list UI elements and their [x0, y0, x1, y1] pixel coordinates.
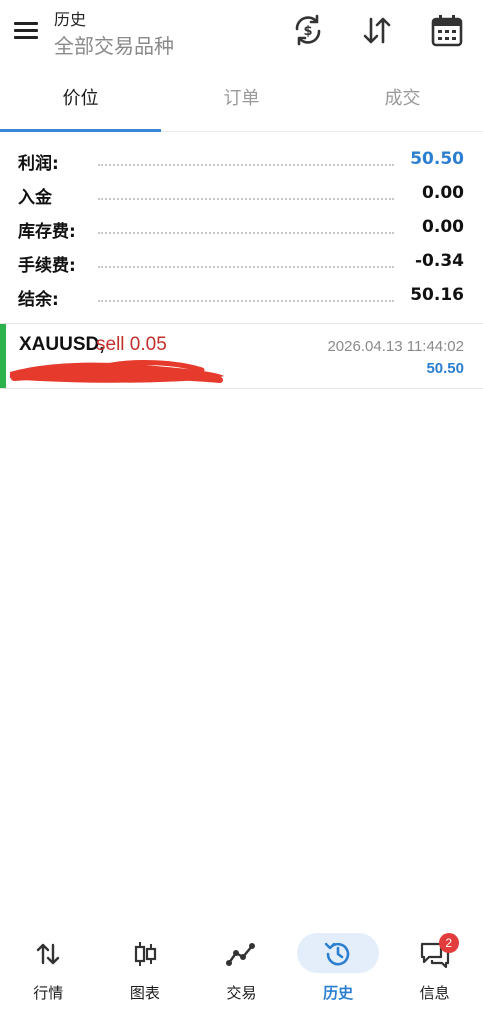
nav-label: 交易: [226, 984, 257, 1002]
nav-label: 信息: [419, 984, 450, 1002]
summary-label: 利润:: [18, 149, 63, 174]
tab-orders[interactable]: 订单: [161, 68, 322, 131]
bottom-navigation: 行情 图表 交易 历史 2 信息: [0, 926, 483, 1024]
trade-profit: 50.50: [426, 360, 464, 377]
page-title: 历史: [54, 10, 87, 29]
calendar-icon[interactable]: [430, 12, 464, 48]
nav-history[interactable]: 历史: [290, 926, 387, 1024]
dotted-leader: [98, 300, 394, 302]
app-header: 历史 全部交易品种 $: [0, 0, 483, 64]
summary-label: 库存费:: [18, 217, 80, 242]
summary-label: 手续费:: [18, 251, 80, 276]
history-tabs: 价位 订单 成交: [0, 68, 483, 132]
sync-currency-icon[interactable]: $: [291, 12, 325, 48]
nav-quotes[interactable]: 行情: [0, 926, 97, 1024]
hamburger-menu-icon[interactable]: [12, 16, 40, 44]
quotes-arrows-icon: [32, 939, 64, 969]
summary-value: -0.34: [411, 251, 464, 271]
dotted-leader: [98, 266, 394, 268]
trade-list-item[interactable]: XAUUSD, sell 0.05 2026.04.13 11:44:02 50…: [0, 323, 483, 389]
nav-trade[interactable]: 交易: [193, 926, 290, 1024]
trade-line-icon: [225, 939, 257, 969]
tab-deals[interactable]: 成交: [322, 68, 483, 131]
summary-panel: 利润: 50.50 入金 0.00 库存费: 0.00 手续费: -0.34 结…: [0, 144, 483, 314]
summary-label: 结余:: [18, 285, 63, 310]
redaction-scribble: [10, 360, 224, 383]
summary-value: 50.50: [406, 149, 464, 169]
summary-row-deposit: 入金 0.00: [18, 178, 464, 212]
summary-row-commission: 手续费: -0.34: [18, 246, 464, 280]
summary-row-swap: 库存费: 0.00: [18, 212, 464, 246]
history-clock-icon: [322, 939, 354, 969]
nav-messages[interactable]: 2 信息: [386, 926, 483, 1024]
notification-badge: 2: [438, 933, 459, 953]
candlestick-chart-icon: [129, 939, 161, 969]
svg-text:$: $: [303, 24, 312, 39]
nav-chart[interactable]: 图表: [97, 926, 194, 1024]
symbol-filter-label[interactable]: 全部交易品种: [54, 30, 174, 59]
summary-value: 0.00: [418, 217, 464, 237]
dotted-leader: [98, 164, 394, 166]
sort-icon[interactable]: [360, 12, 394, 48]
summary-value: 0.00: [418, 183, 464, 203]
nav-label: 行情: [33, 984, 64, 1002]
summary-row-profit: 利润: 50.50: [18, 144, 464, 178]
nav-label: 历史: [323, 984, 354, 1002]
summary-row-balance: 结余: 50.16: [18, 280, 464, 314]
dotted-leader: [98, 232, 394, 234]
summary-label: 入金: [18, 183, 56, 208]
trade-time: 2026.04.13 11:44:02: [327, 338, 464, 355]
dotted-leader: [98, 198, 394, 200]
tab-positions[interactable]: 价位: [0, 68, 161, 132]
nav-label: 图表: [129, 984, 160, 1002]
summary-value: 50.16: [406, 285, 464, 305]
